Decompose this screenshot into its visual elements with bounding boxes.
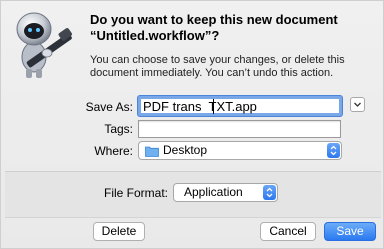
save-as-field[interactable]: PDF trans TXT.app	[138, 96, 342, 116]
file-format-popup[interactable]: Application	[173, 183, 278, 202]
where-popup[interactable]: Desktop	[138, 141, 342, 160]
up-down-arrows-icon	[266, 187, 273, 198]
tags-label: Tags:	[104, 122, 133, 136]
chevron-down-icon	[354, 102, 361, 107]
save-dialog: Do you want to keep this new document “U…	[0, 0, 384, 249]
file-format-label: File Format:	[103, 186, 168, 200]
up-down-arrows-icon	[330, 145, 337, 156]
file-format-value: Application	[184, 185, 243, 199]
where-value: Desktop	[163, 143, 208, 157]
where-label: Where:	[94, 144, 133, 158]
popup-stepper	[327, 143, 340, 158]
dialog-title-line2: “Untitled.workflow”?	[90, 28, 220, 43]
save-as-label: Save As:	[85, 100, 133, 114]
dialog-title: Do you want to keep this new document “U…	[90, 12, 380, 44]
save-button[interactable]: Save	[324, 222, 376, 241]
automator-robot-icon	[16, 12, 72, 78]
dialog-message: You can choose to save your changes, or …	[90, 54, 345, 79]
save-as-value: PDF trans TXT.app	[143, 99, 257, 114]
text-cursor	[213, 99, 214, 114]
dialog-title-line1: Do you want to keep this new document	[90, 12, 338, 27]
popup-stepper	[263, 185, 276, 200]
folder-icon	[145, 146, 159, 157]
expand-dialog-button[interactable]	[350, 97, 365, 112]
cancel-button[interactable]: Cancel	[260, 222, 316, 241]
tags-field[interactable]	[138, 120, 341, 138]
delete-button[interactable]: Delete	[93, 222, 145, 241]
